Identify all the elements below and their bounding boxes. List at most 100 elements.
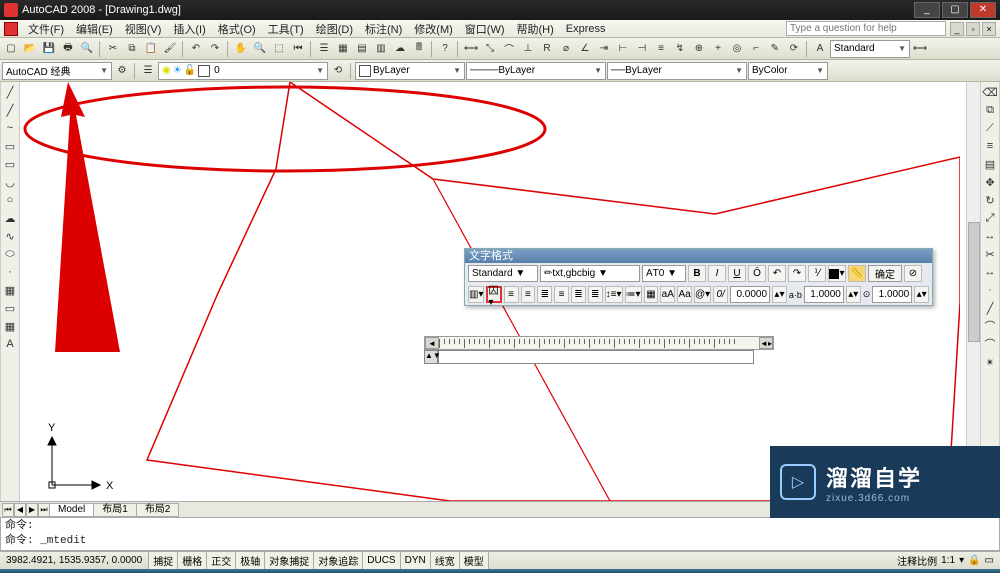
mdi-minimize[interactable]: _: [950, 22, 964, 36]
bold-button[interactable]: B: [688, 265, 706, 282]
menu-insert[interactable]: 插入(I): [167, 21, 211, 37]
status-tray-icon[interactable]: ▭: [985, 555, 994, 566]
tracking-spin[interactable]: ▴▾: [772, 286, 787, 303]
oblique-icon[interactable]: 0/: [713, 286, 728, 303]
columns-icon[interactable]: ▥▾: [468, 286, 484, 303]
align-justify-icon[interactable]: ≣: [571, 286, 586, 303]
dim-update-icon[interactable]: ⟳: [785, 40, 803, 58]
italic-button[interactable]: I: [708, 265, 726, 282]
ok-button[interactable]: 确定: [868, 265, 902, 282]
tab-model[interactable]: Model: [49, 503, 94, 517]
width-spin[interactable]: ▴▾: [846, 286, 861, 303]
hatch-icon[interactable]: ▦: [2, 282, 18, 298]
vertical-scrollbar[interactable]: [966, 82, 980, 501]
oblique-spin[interactable]: ▴▾: [914, 286, 929, 303]
color-combo[interactable]: ByLayer▼: [355, 62, 465, 80]
width-factor-input[interactable]: [804, 286, 844, 303]
numbering-icon[interactable]: ≔▾: [625, 286, 642, 303]
menu-tools[interactable]: 工具(T): [262, 21, 310, 37]
dim-diameter-icon[interactable]: ⌀: [557, 40, 575, 58]
underline-button[interactable]: U: [728, 265, 746, 282]
extend-icon[interactable]: ↔: [982, 264, 998, 280]
help-search-input[interactable]: [786, 21, 946, 36]
calc-icon[interactable]: 🖩: [410, 40, 428, 58]
revcloud-icon[interactable]: ☁: [2, 210, 18, 226]
tab-first-icon[interactable]: ⏮: [2, 503, 14, 517]
circle-icon[interactable]: ○: [2, 192, 18, 208]
move-icon[interactable]: ✥: [982, 174, 998, 190]
align-right-icon[interactable]: ≡: [554, 286, 569, 303]
polyline-icon[interactable]: ~: [2, 120, 18, 136]
markup-icon[interactable]: ☁: [391, 40, 409, 58]
symbol-icon[interactable]: @▾: [694, 286, 711, 303]
ducs-toggle[interactable]: DUCS: [363, 552, 400, 569]
tolerance-icon[interactable]: ⊕: [690, 40, 708, 58]
xline-icon[interactable]: ╱: [2, 102, 18, 118]
text-color-icon[interactable]: ▾: [828, 265, 846, 282]
undo-text-icon[interactable]: ↶: [768, 265, 786, 282]
jogged-icon[interactable]: ⌐: [747, 40, 765, 58]
maximize-button[interactable]: ▢: [942, 2, 968, 18]
match-icon[interactable]: 🖌: [161, 40, 179, 58]
stack-icon[interactable]: ⅟: [808, 265, 826, 282]
designcenter-icon[interactable]: ▦: [334, 40, 352, 58]
osnap-toggle[interactable]: 对象捕捉: [265, 552, 314, 569]
tab-prev-icon[interactable]: ◀: [14, 503, 26, 517]
menu-file[interactable]: 文件(F): [22, 21, 70, 37]
justify-icon[interactable]: 囚▾: [486, 286, 501, 303]
scroll-thumb[interactable]: [968, 222, 980, 342]
para-line-icon[interactable]: ≡: [504, 286, 519, 303]
annotation-scale-value[interactable]: 1:1: [941, 555, 955, 566]
workspace-combo[interactable]: AutoCAD 经典▼: [2, 62, 112, 80]
mtext-height-handle[interactable]: ▲▼: [424, 350, 438, 364]
minimize-button[interactable]: _: [914, 2, 940, 18]
menu-view[interactable]: 视图(V): [119, 21, 168, 37]
tracking-input[interactable]: [730, 286, 770, 303]
ruler-right-handle[interactable]: ◄▸: [759, 337, 773, 349]
plotstyle-combo[interactable]: ByColor▼: [748, 62, 828, 80]
lwt-toggle[interactable]: 线宽: [431, 552, 460, 569]
dim-space-icon[interactable]: ≡: [652, 40, 670, 58]
table-icon[interactable]: ▦: [2, 318, 18, 334]
sheetset-icon[interactable]: ▥: [372, 40, 390, 58]
dim-break-icon[interactable]: ↯: [671, 40, 689, 58]
offset-icon[interactable]: ≡: [982, 138, 998, 154]
linespace-icon[interactable]: ↕≡▾: [605, 286, 623, 303]
lineweight-combo[interactable]: ── ByLayer▼: [607, 62, 747, 80]
region-icon[interactable]: ▭: [2, 300, 18, 316]
redo-icon[interactable]: ↷: [206, 40, 224, 58]
zoom-prev-icon[interactable]: ⏮: [289, 40, 307, 58]
text-style-combo[interactable]: Standard ▼: [468, 265, 538, 282]
pan-icon[interactable]: ✋: [232, 40, 250, 58]
redo-text-icon[interactable]: ↷: [788, 265, 806, 282]
inspection-icon[interactable]: ◎: [728, 40, 746, 58]
rotate-icon[interactable]: ↻: [982, 192, 998, 208]
zoom-window-icon[interactable]: ⬚: [270, 40, 288, 58]
text-format-title[interactable]: 文字格式: [465, 249, 932, 263]
save-icon[interactable]: 💾: [40, 40, 58, 58]
annotation-scale-dropdown-icon[interactable]: ▾: [959, 555, 964, 566]
polygon-icon[interactable]: ▭: [2, 138, 18, 154]
text-style-combo[interactable]: Standard▼: [830, 40, 910, 58]
snap-toggle[interactable]: 捕捉: [149, 552, 178, 569]
scale-icon[interactable]: ⤢: [982, 210, 998, 226]
toolpalette-icon[interactable]: ▤: [353, 40, 371, 58]
dim-baseline-icon[interactable]: ⊢: [614, 40, 632, 58]
centermark-icon[interactable]: +: [709, 40, 727, 58]
grid-toggle[interactable]: 栅格: [178, 552, 207, 569]
dim-style-icon[interactable]: ⟷: [911, 40, 929, 58]
ruler-icon[interactable]: 📏: [848, 265, 866, 282]
font-combo[interactable]: ✏ txt,gbcbig ▼: [540, 265, 640, 282]
open-icon[interactable]: 📂: [21, 40, 39, 58]
stretch-icon[interactable]: ↔: [982, 228, 998, 244]
arc-icon[interactable]: ◡: [2, 174, 18, 190]
copy-obj-icon[interactable]: ⧉: [982, 102, 998, 118]
close-button[interactable]: ✕: [970, 2, 996, 18]
cut-icon[interactable]: ✂: [104, 40, 122, 58]
dim-radius-icon[interactable]: R: [538, 40, 556, 58]
paste-icon[interactable]: 📋: [142, 40, 160, 58]
properties-icon[interactable]: ☰: [315, 40, 333, 58]
field-icon[interactable]: ▦: [644, 286, 659, 303]
erase-icon[interactable]: ⌫: [982, 84, 998, 100]
oblique-input[interactable]: [872, 286, 912, 303]
